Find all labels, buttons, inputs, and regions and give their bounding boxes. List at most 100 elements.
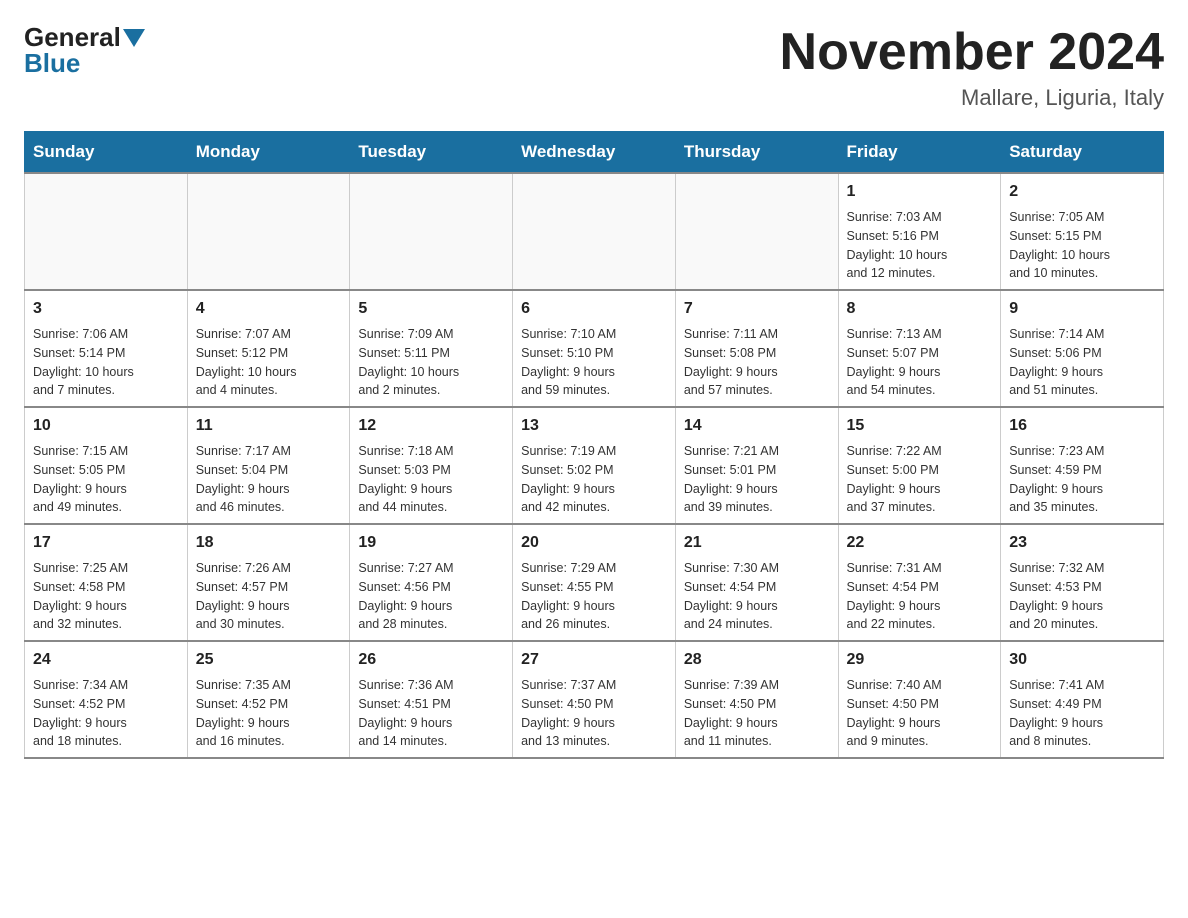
calendar-cell: 5Sunrise: 7:09 AMSunset: 5:11 PMDaylight… bbox=[350, 290, 513, 407]
day-info: Sunrise: 7:31 AMSunset: 4:54 PMDaylight:… bbox=[847, 559, 993, 634]
day-info: Sunrise: 7:26 AMSunset: 4:57 PMDaylight:… bbox=[196, 559, 342, 634]
day-info: Sunrise: 7:09 AMSunset: 5:11 PMDaylight:… bbox=[358, 325, 504, 400]
calendar-cell: 19 Sunrise: 7:27 AMSunset: 4:56 PMDayligh… bbox=[350, 524, 513, 641]
day-info: Sunrise: 7:06 AMSunset: 5:14 PMDaylight:… bbox=[33, 325, 179, 400]
week-row-3: 10 Sunrise: 7:15 AMSunset: 5:05 PMDayligh… bbox=[25, 407, 1164, 524]
day-number: 9 bbox=[1009, 297, 1155, 321]
day-number: 8 bbox=[847, 297, 993, 321]
calendar-cell bbox=[513, 173, 676, 290]
weekday-header-sunday: Sunday bbox=[25, 132, 188, 174]
calendar-cell: 4 Sunrise: 7:07 AMSunset: 5:12 PMDaylight… bbox=[187, 290, 350, 407]
weekday-header-tuesday: Tuesday bbox=[350, 132, 513, 174]
calendar-cell: 22 Sunrise: 7:31 AMSunset: 4:54 PMDayligh… bbox=[838, 524, 1001, 641]
week-row-1: 1Sunrise: 7:03 AMSunset: 5:16 PMDaylight… bbox=[25, 173, 1164, 290]
day-number: 26 bbox=[358, 648, 504, 672]
calendar-header-row: SundayMondayTuesdayWednesdayThursdayFrid… bbox=[25, 132, 1164, 174]
day-info: Sunrise: 7:30 AMSunset: 4:54 PMDaylight:… bbox=[684, 559, 830, 634]
calendar-cell: 7 Sunrise: 7:11 AMSunset: 5:08 PMDaylight… bbox=[675, 290, 838, 407]
title-block: November 2024 Mallare, Liguria, Italy bbox=[780, 24, 1164, 111]
weekday-header-saturday: Saturday bbox=[1001, 132, 1164, 174]
calendar-cell: 17Sunrise: 7:25 AMSunset: 4:58 PMDayligh… bbox=[25, 524, 188, 641]
day-number: 3 bbox=[33, 297, 179, 321]
calendar-cell: 9 Sunrise: 7:14 AMSunset: 5:06 PMDaylight… bbox=[1001, 290, 1164, 407]
day-number: 20 bbox=[521, 531, 667, 555]
day-info: Sunrise: 7:34 AMSunset: 4:52 PMDaylight:… bbox=[33, 676, 179, 751]
day-info: Sunrise: 7:27 AMSunset: 4:56 PMDaylight:… bbox=[358, 559, 504, 634]
calendar-cell: 29 Sunrise: 7:40 AMSunset: 4:50 PMDayligh… bbox=[838, 641, 1001, 758]
day-number: 25 bbox=[196, 648, 342, 672]
calendar-cell: 24Sunrise: 7:34 AMSunset: 4:52 PMDayligh… bbox=[25, 641, 188, 758]
day-number: 4 bbox=[196, 297, 342, 321]
month-title: November 2024 bbox=[780, 24, 1164, 81]
calendar-cell: 15 Sunrise: 7:22 AMSunset: 5:00 PMDayligh… bbox=[838, 407, 1001, 524]
day-number: 18 bbox=[196, 531, 342, 555]
day-info: Sunrise: 7:37 AMSunset: 4:50 PMDaylight:… bbox=[521, 676, 667, 751]
day-number: 1 bbox=[847, 180, 993, 204]
day-number: 29 bbox=[847, 648, 993, 672]
calendar-table: SundayMondayTuesdayWednesdayThursdayFrid… bbox=[24, 131, 1164, 759]
calendar-cell: 12 Sunrise: 7:18 AMSunset: 5:03 PMDayligh… bbox=[350, 407, 513, 524]
calendar-cell: 27 Sunrise: 7:37 AMSunset: 4:50 PMDayligh… bbox=[513, 641, 676, 758]
day-info: Sunrise: 7:11 AMSunset: 5:08 PMDaylight:… bbox=[684, 325, 830, 400]
day-info: Sunrise: 7:35 AMSunset: 4:52 PMDaylight:… bbox=[196, 676, 342, 751]
weekday-header-monday: Monday bbox=[187, 132, 350, 174]
day-info: Sunrise: 7:19 AMSunset: 5:02 PMDaylight:… bbox=[521, 442, 667, 517]
day-info: Sunrise: 7:07 AMSunset: 5:12 PMDaylight:… bbox=[196, 325, 342, 400]
day-number: 10 bbox=[33, 414, 179, 438]
calendar-cell bbox=[187, 173, 350, 290]
day-number: 7 bbox=[684, 297, 830, 321]
weekday-header-friday: Friday bbox=[838, 132, 1001, 174]
day-info: Sunrise: 7:39 AMSunset: 4:50 PMDaylight:… bbox=[684, 676, 830, 751]
weekday-header-wednesday: Wednesday bbox=[513, 132, 676, 174]
day-number: 2 bbox=[1009, 180, 1155, 204]
calendar-cell: 13 Sunrise: 7:19 AMSunset: 5:02 PMDayligh… bbox=[513, 407, 676, 524]
calendar-cell: 16 Sunrise: 7:23 AMSunset: 4:59 PMDayligh… bbox=[1001, 407, 1164, 524]
day-number: 6 bbox=[521, 297, 667, 321]
calendar-cell: 21 Sunrise: 7:30 AMSunset: 4:54 PMDayligh… bbox=[675, 524, 838, 641]
day-number: 12 bbox=[358, 414, 504, 438]
day-number: 27 bbox=[521, 648, 667, 672]
logo-triangle-icon bbox=[123, 29, 145, 47]
logo: General Blue bbox=[24, 24, 145, 77]
calendar-cell: 18 Sunrise: 7:26 AMSunset: 4:57 PMDayligh… bbox=[187, 524, 350, 641]
day-info: Sunrise: 7:14 AMSunset: 5:06 PMDaylight:… bbox=[1009, 325, 1155, 400]
day-info: Sunrise: 7:23 AMSunset: 4:59 PMDaylight:… bbox=[1009, 442, 1155, 517]
calendar-cell: 28 Sunrise: 7:39 AMSunset: 4:50 PMDayligh… bbox=[675, 641, 838, 758]
day-number: 30 bbox=[1009, 648, 1155, 672]
day-number: 19 bbox=[358, 531, 504, 555]
calendar-cell bbox=[350, 173, 513, 290]
day-number: 23 bbox=[1009, 531, 1155, 555]
calendar-cell: 2Sunrise: 7:05 AMSunset: 5:15 PMDaylight… bbox=[1001, 173, 1164, 290]
day-info: Sunrise: 7:40 AMSunset: 4:50 PMDaylight:… bbox=[847, 676, 993, 751]
day-number: 21 bbox=[684, 531, 830, 555]
calendar-cell: 23Sunrise: 7:32 AMSunset: 4:53 PMDayligh… bbox=[1001, 524, 1164, 641]
day-number: 14 bbox=[684, 414, 830, 438]
calendar-cell: 6 Sunrise: 7:10 AMSunset: 5:10 PMDaylight… bbox=[513, 290, 676, 407]
page-header: General Blue November 2024 Mallare, Ligu… bbox=[24, 24, 1164, 111]
calendar-cell: 26 Sunrise: 7:36 AMSunset: 4:51 PMDayligh… bbox=[350, 641, 513, 758]
calendar-cell: 11 Sunrise: 7:17 AMSunset: 5:04 PMDayligh… bbox=[187, 407, 350, 524]
day-info: Sunrise: 7:29 AMSunset: 4:55 PMDaylight:… bbox=[521, 559, 667, 634]
day-info: Sunrise: 7:22 AMSunset: 5:00 PMDaylight:… bbox=[847, 442, 993, 517]
logo-blue-text: Blue bbox=[24, 48, 80, 78]
day-number: 13 bbox=[521, 414, 667, 438]
day-number: 11 bbox=[196, 414, 342, 438]
day-info: Sunrise: 7:41 AMSunset: 4:49 PMDaylight:… bbox=[1009, 676, 1155, 751]
day-number: 22 bbox=[847, 531, 993, 555]
day-info: Sunrise: 7:18 AMSunset: 5:03 PMDaylight:… bbox=[358, 442, 504, 517]
week-row-5: 24Sunrise: 7:34 AMSunset: 4:52 PMDayligh… bbox=[25, 641, 1164, 758]
day-info: Sunrise: 7:13 AMSunset: 5:07 PMDaylight:… bbox=[847, 325, 993, 400]
calendar-cell bbox=[675, 173, 838, 290]
day-number: 16 bbox=[1009, 414, 1155, 438]
calendar-cell: 8 Sunrise: 7:13 AMSunset: 5:07 PMDaylight… bbox=[838, 290, 1001, 407]
day-info: Sunrise: 7:17 AMSunset: 5:04 PMDaylight:… bbox=[196, 442, 342, 517]
calendar-cell: 25 Sunrise: 7:35 AMSunset: 4:52 PMDayligh… bbox=[187, 641, 350, 758]
day-number: 28 bbox=[684, 648, 830, 672]
calendar-cell bbox=[25, 173, 188, 290]
logo-general-text: General bbox=[24, 24, 121, 50]
day-number: 15 bbox=[847, 414, 993, 438]
day-info: Sunrise: 7:15 AMSunset: 5:05 PMDaylight:… bbox=[33, 442, 179, 517]
location-subtitle: Mallare, Liguria, Italy bbox=[780, 85, 1164, 111]
day-info: Sunrise: 7:10 AMSunset: 5:10 PMDaylight:… bbox=[521, 325, 667, 400]
day-info: Sunrise: 7:36 AMSunset: 4:51 PMDaylight:… bbox=[358, 676, 504, 751]
